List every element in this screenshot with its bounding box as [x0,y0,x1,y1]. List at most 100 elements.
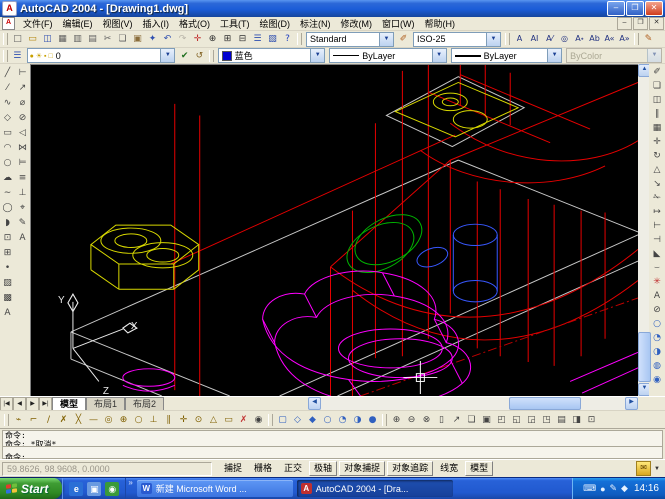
drawing-file-icon[interactable]: A [2,17,15,30]
dim-edit-icon[interactable]: ✎ [16,215,30,230]
imprint-icon[interactable]: ⊡ [584,413,599,427]
color-edges-icon[interactable]: ▤ [554,413,569,427]
explode-icon[interactable]: ✳ [650,275,664,289]
toolbar-grip[interactable] [209,50,214,62]
scale-text-icon[interactable]: Ab [587,32,602,46]
snap-parallel-icon[interactable]: ∥ [161,413,176,427]
toolbar-grip[interactable] [3,33,8,45]
snap-from-icon[interactable]: ⌐ [26,413,41,427]
designcenter-icon[interactable]: ▧ [265,32,280,46]
shade-flat-icon[interactable]: ◍ [650,359,664,373]
menu-item[interactable]: 工具(T) [215,17,255,30]
layer-combo[interactable]: ● ☀ ▪ □ 0 ▼ [27,48,176,63]
properties-icon[interactable]: ☰ [250,32,265,46]
intersect-icon[interactable]: ⊗ [419,413,434,427]
command-window[interactable]: 命令:命令: *取消* 命令: [0,428,665,459]
pline-icon[interactable]: ∿ [1,95,15,110]
rotate-faces-icon[interactable]: ◰ [494,413,509,427]
menu-item[interactable]: 编辑(E) [58,17,98,30]
plot-preview-icon[interactable]: ▥ [70,32,85,46]
rectangle-icon[interactable]: ▭ [1,125,15,140]
shade-2d-icon[interactable]: ○ [650,317,664,331]
offset-faces-icon[interactable]: ❏ [464,413,479,427]
zoom-realtime-icon[interactable]: ⊕ [205,32,220,46]
extend-icon[interactable]: ↦ [650,205,664,219]
scroll-right-icon[interactable]: ▶ [625,397,638,410]
justify-text-icon[interactable]: A« [602,32,617,46]
revcloud-icon[interactable]: ☁ [1,170,15,185]
close-button[interactable]: ✕ [645,1,663,16]
wireframe-3d-icon[interactable]: ◇ [290,413,305,427]
chevron-down-icon[interactable]: ▼ [310,49,324,62]
edit-text-icon[interactable]: A⁄ [542,32,557,46]
minimize-button[interactable]: – [607,1,625,16]
dim-style-icon[interactable]: A [16,230,30,245]
toolbar-grip[interactable] [268,414,273,426]
redo-icon[interactable]: ↷ [175,32,190,46]
horizontal-scrollbar[interactable]: ◀ ▶ [308,397,638,410]
xline-icon[interactable]: ⁄ [1,80,15,95]
toolbar-grip[interactable] [382,414,387,426]
menu-item[interactable]: 插入(I) [138,17,175,30]
color-combo[interactable]: 蓝色 ▼ [218,48,326,63]
menu-item[interactable]: 文件(F) [18,17,58,30]
horizontal-scroll-track[interactable] [321,397,625,410]
offset-icon[interactable]: ∥ [650,107,664,121]
plot-icon[interactable]: ▦ [55,32,70,46]
mdi-close-button[interactable]: ✕ [649,17,664,30]
hatch-edit-icon[interactable]: ⊘ [650,303,664,317]
mdi-minimize-button[interactable]: – [617,17,632,30]
model-toggle[interactable]: 模型 [465,461,493,476]
menu-item[interactable]: 格式(O) [174,17,215,30]
arc-icon[interactable]: ◠ [1,140,15,155]
baseline-dim-icon[interactable]: ⊨ [16,155,30,170]
sketch-icon[interactable]: ✎ [641,32,656,46]
communication-center-icon[interactable]: ✉ [636,461,651,476]
tab-last-button[interactable]: ▶| [39,397,52,411]
toolbar-grip[interactable] [505,33,510,45]
hidden-icon[interactable]: ◆ [305,413,320,427]
toolbar-grip[interactable] [3,50,8,62]
paste-icon[interactable]: ▣ [130,32,145,46]
rotate-icon[interactable]: ↻ [650,149,664,163]
dim-style-combo[interactable]: ISO-25 ▼ [413,32,501,47]
wireframe-2d-icon[interactable]: ▢ [275,413,290,427]
point-icon[interactable]: • [1,260,15,275]
linear-dim-icon[interactable]: ⊢ [16,65,30,80]
text-icon[interactable]: A [1,305,15,320]
line-icon[interactable]: ╱ [1,65,15,80]
temp-track-icon[interactable]: ⌁ [11,413,26,427]
chevron-down-icon[interactable]: ▼ [547,49,561,62]
copy-icon[interactable]: ❏ [115,32,130,46]
find-text-icon[interactable]: ◎ [557,32,572,46]
snap-extension-icon[interactable]: — [86,413,101,427]
open-icon[interactable]: ▭ [25,32,40,46]
extrude-faces-icon[interactable]: ▯ [434,413,449,427]
text-style-combo[interactable]: Standard ▼ [306,32,394,47]
gouraud-shaded-icon[interactable]: ◔ [335,413,350,427]
tab-next-button[interactable]: ▶ [26,397,39,411]
mtext-icon[interactable]: A [512,32,527,46]
array-icon[interactable]: ▦ [650,121,664,135]
status-dropdown-icon[interactable]: ▼ [651,466,663,472]
otrack-toggle[interactable]: 对象追踪 [387,461,433,476]
cut-icon[interactable]: ✂ [100,32,115,46]
task-autocad[interactable]: A AutoCAD 2004 - [Dra... [297,480,453,497]
snap-nearest-icon[interactable]: △ [206,413,221,427]
stretch-icon[interactable]: ↘ [650,177,664,191]
chevron-down-icon[interactable]: ▼ [486,33,500,46]
gouraud-edges-icon[interactable]: ● [365,413,380,427]
tab-layout1[interactable]: 布局1 [86,397,125,410]
snap-midpoint-icon[interactable]: ✗ [56,413,71,427]
toolbar-grip[interactable] [634,33,639,45]
break-icon[interactable]: ⊣ [650,233,664,247]
zoom-window-icon[interactable]: ⊞ [220,32,235,46]
erase-icon[interactable]: ✐ [650,65,664,79]
vertical-scroll-track[interactable] [638,77,649,383]
circle-icon[interactable]: ○ [1,155,15,170]
layer-manager-icon[interactable]: ☰ [10,49,25,63]
region-icon[interactable]: ▩ [1,290,15,305]
mirror-icon[interactable]: ◫ [650,93,664,107]
new-icon[interactable]: □ [10,32,25,46]
shade-gouraud-icon[interactable]: ◉ [650,373,664,387]
